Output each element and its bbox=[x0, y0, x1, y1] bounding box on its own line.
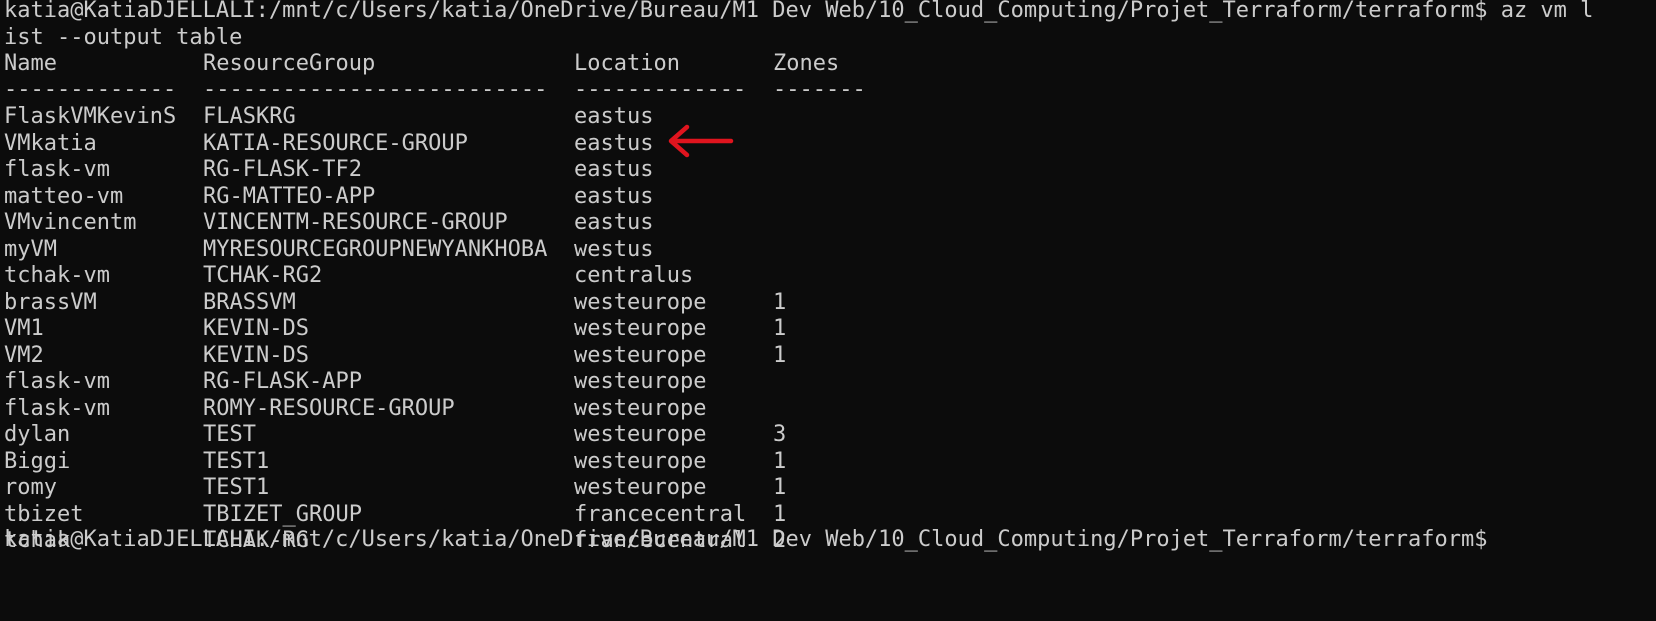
cell-name: flask-vm bbox=[4, 369, 110, 394]
header-location: Location bbox=[574, 51, 680, 76]
cell-location: westus bbox=[574, 236, 654, 262]
table-header-row: Name ResourceGroup Location Zones bbox=[4, 51, 1004, 77]
cell-resource-group: RG-MATTEO-APP bbox=[203, 183, 376, 209]
cell-zones: 1 bbox=[773, 342, 787, 368]
table-row: flask-vm ROMY-RESOURCE-GROUP westeurope bbox=[4, 396, 1004, 422]
red-arrow-left-icon bbox=[668, 124, 734, 158]
separator-location: ------------- bbox=[574, 77, 747, 102]
cell-name: tbizet bbox=[4, 501, 84, 527]
cell-resource-group: TEST1 bbox=[203, 448, 270, 474]
table-row: Biggi TEST1 westeurope 1 bbox=[4, 449, 1004, 475]
table-row: tchak-vm TCHAK-RG2 centralus bbox=[4, 263, 1004, 289]
table-row: VM2 KEVIN-DS westeurope 1 bbox=[4, 343, 1004, 369]
cell-resource-group: TEST bbox=[203, 422, 256, 447]
cell-location: westeurope bbox=[574, 316, 707, 341]
cell-resource-group: VINCENTM-RESOURCE-GROUP bbox=[203, 210, 508, 235]
table-separator-row: ------------- --------------------------… bbox=[4, 77, 1004, 103]
table-row: myVM MYRESOURCEGROUPNEWYANKHOBA westus bbox=[4, 237, 1004, 263]
cell-zones: 3 bbox=[773, 422, 787, 447]
cell-name: myVM bbox=[4, 236, 57, 262]
table-row: brassVM BRASSVM westeurope 1 bbox=[4, 290, 1004, 316]
header-name: Name bbox=[4, 51, 57, 76]
cell-name: Biggi bbox=[4, 448, 71, 474]
final-prompt-line: katia@KatiaDJELLALI:/mnt/c/Users/katia/O… bbox=[4, 527, 1488, 552]
cell-location: westeurope bbox=[574, 342, 707, 368]
table-row: dylan TEST westeurope 3 bbox=[4, 422, 1004, 448]
cell-resource-group: TBIZET_GROUP bbox=[203, 501, 362, 527]
cell-name: VMkatia bbox=[4, 130, 97, 156]
cell-location: westeurope bbox=[574, 395, 707, 421]
command-prompt-line: katia@KatiaDJELLALI:/mnt/c/Users/katia/O… bbox=[4, 0, 1594, 23]
cell-resource-group: KATIA-RESOURCE-GROUP bbox=[203, 130, 468, 156]
cell-name: flask-vm bbox=[4, 395, 110, 421]
cell-resource-group: KEVIN-DS bbox=[203, 342, 309, 368]
cell-name: VMvincentm bbox=[4, 210, 137, 235]
cell-name: VM1 bbox=[4, 316, 44, 341]
cell-resource-group: ROMY-RESOURCE-GROUP bbox=[203, 395, 455, 421]
cell-zones: 1 bbox=[773, 475, 787, 500]
cell-resource-group: BRASSVM bbox=[203, 289, 296, 315]
terminal-window[interactable]: katia@KatiaDJELLALI:/mnt/c/Users/katia/O… bbox=[0, 0, 1656, 621]
separator-resource-group: -------------------------- bbox=[203, 77, 548, 102]
header-zones: Zones bbox=[773, 51, 840, 76]
cell-location: centralus bbox=[574, 263, 694, 288]
table-row: tbizet TBIZET_GROUP francecentral 1 bbox=[4, 502, 1004, 528]
command-wrap-line: ist --output table bbox=[4, 25, 243, 50]
cell-resource-group: RG-FLASK-TF2 bbox=[203, 157, 362, 182]
separator-name: ------------- bbox=[4, 77, 177, 102]
table-row: VMkatia KATIA-RESOURCE-GROUP eastus bbox=[4, 131, 1004, 157]
cell-name: flask-vm bbox=[4, 157, 110, 182]
table-row: flask-vm RG-FLASK-APP westeurope bbox=[4, 369, 1004, 395]
cell-name: romy bbox=[4, 475, 57, 500]
cell-location: eastus bbox=[574, 210, 654, 235]
cell-location: eastus bbox=[574, 183, 654, 209]
cell-zones: 1 bbox=[773, 448, 787, 474]
cell-name: VM2 bbox=[4, 342, 44, 368]
cell-name: FlaskVMKevinS bbox=[4, 104, 177, 129]
cell-zones: 1 bbox=[773, 289, 787, 315]
cell-resource-group: FLASKRG bbox=[203, 104, 296, 129]
cell-location: westeurope bbox=[574, 289, 707, 315]
header-resource-group: ResourceGroup bbox=[203, 51, 376, 76]
cell-resource-group: TCHAK-RG2 bbox=[203, 263, 323, 288]
table-row: FlaskVMKevinS FLASKRG eastus bbox=[4, 104, 1004, 130]
cell-resource-group: MYRESOURCEGROUPNEWYANKHOBA bbox=[203, 236, 548, 262]
cell-location: westeurope bbox=[574, 422, 707, 447]
table-row: VM1 KEVIN-DS westeurope 1 bbox=[4, 316, 1004, 342]
cell-zones: 1 bbox=[773, 316, 787, 341]
cell-location: westeurope bbox=[574, 448, 707, 474]
cell-location: eastus bbox=[574, 157, 654, 182]
cell-name: matteo-vm bbox=[4, 183, 124, 209]
cell-resource-group: RG-FLASK-APP bbox=[203, 369, 362, 394]
cell-resource-group: KEVIN-DS bbox=[203, 316, 309, 341]
table-row: romy TEST1 westeurope 1 bbox=[4, 475, 1004, 501]
table-row: VMvincentm VINCENTM-RESOURCE-GROUP eastus bbox=[4, 210, 1004, 236]
cell-location: eastus bbox=[574, 104, 654, 129]
cell-resource-group: TEST1 bbox=[203, 475, 270, 500]
cell-location: westeurope bbox=[574, 369, 707, 394]
cell-zones: 1 bbox=[773, 501, 787, 527]
cell-name: brassVM bbox=[4, 289, 97, 315]
separator-zones: ------- bbox=[773, 77, 866, 102]
cell-location: westeurope bbox=[574, 475, 707, 500]
cell-name: tchak-vm bbox=[4, 263, 110, 288]
cell-location: francecentral bbox=[574, 501, 747, 527]
cell-location: eastus bbox=[574, 130, 654, 156]
table-row: flask-vm RG-FLASK-TF2 eastus bbox=[4, 157, 1004, 183]
cell-name: dylan bbox=[4, 422, 71, 447]
table-row: matteo-vm RG-MATTEO-APP eastus bbox=[4, 184, 1004, 210]
